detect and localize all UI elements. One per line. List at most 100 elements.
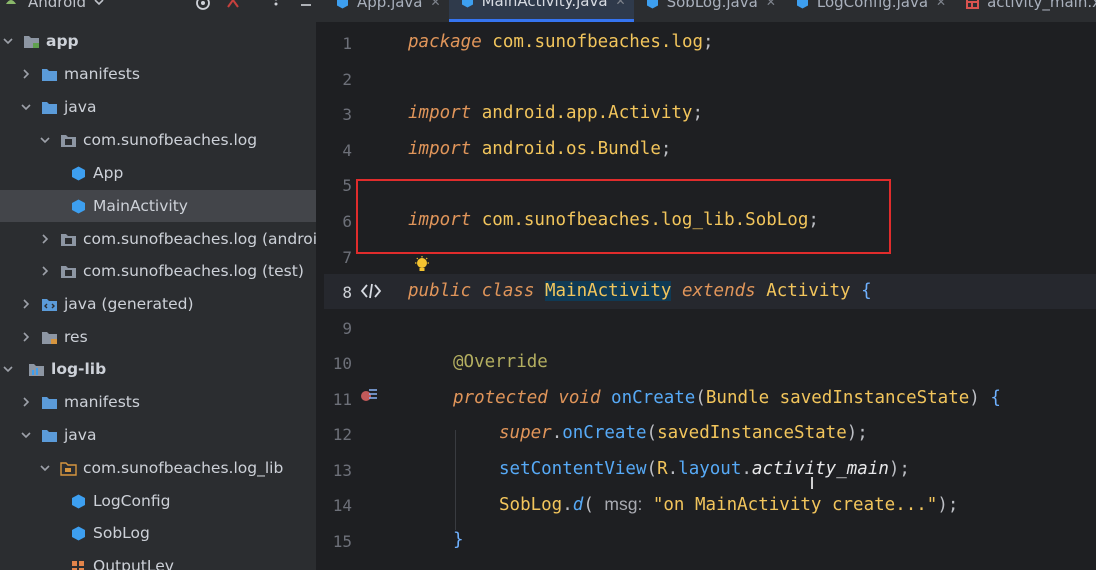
project-tree: app manifests java com.sunofbeaches.log …	[0, 22, 316, 570]
chevron-right-icon	[42, 266, 49, 276]
code-area[interactable]: package com.sunofbeaches.log; import and…	[324, 22, 1096, 570]
folder-icon	[42, 101, 57, 114]
tree-node-outputlev[interactable]: OutputLev	[0, 550, 316, 570]
top-bar: Android App.java ✕ MainActivity.java ✕ S…	[0, 0, 1096, 22]
class-icon	[461, 0, 473, 8]
package-icon	[61, 265, 76, 278]
tree-label: com.sunofbeaches.log_lib	[83, 459, 284, 477]
chevron-down-icon	[3, 366, 13, 373]
package-icon	[61, 134, 76, 147]
code-line-8: public class MainActivity extends Activi…	[408, 281, 872, 301]
chevron-down-icon	[40, 137, 50, 144]
param-hint: msg:	[604, 494, 643, 514]
package-icon	[61, 233, 76, 246]
class-icon	[72, 199, 85, 213]
tree-label: java (generated)	[64, 295, 194, 313]
tree-node-log-lib[interactable]: log-lib	[0, 353, 316, 385]
chevron-down-icon	[21, 104, 31, 111]
module-folder-icon	[24, 35, 39, 48]
tree-node-package-test[interactable]: com.sunofbeaches.log (test)	[0, 255, 316, 287]
target-icon[interactable]	[195, 0, 211, 11]
tab-label: activity_main.xml	[987, 0, 1096, 11]
tree-node-java[interactable]: java	[0, 91, 316, 123]
tree-node-java-lib[interactable]: java	[0, 419, 316, 451]
library-module-icon	[29, 363, 44, 376]
code-line-13: setContentView(R.layout.activity_main);	[499, 459, 910, 479]
close-icon[interactable]: ✕	[616, 0, 626, 8]
code-line-14: SobLog.d( msg: "on MainActivity create..…	[499, 494, 959, 515]
editor-tabs: App.java ✕ MainActivity.java ✕ SobLog.ja…	[324, 0, 1096, 22]
code-editor[interactable]: 1 2 3 4 5 6 7 8 9 10 11 12 13 14 15 pack…	[324, 22, 1096, 570]
code-line-4: import android.os.Bundle;	[408, 139, 672, 159]
tree-node-res[interactable]: res	[0, 321, 316, 353]
tab-mainactivity-java[interactable]: MainActivity.java ✕	[448, 0, 634, 22]
chevron-right-icon	[23, 332, 30, 342]
minimize-icon[interactable]	[298, 0, 314, 11]
folder-icon	[42, 396, 57, 409]
code-line-1: package com.sunofbeaches.log;	[408, 32, 714, 52]
chevron-right-icon	[23, 299, 30, 309]
implement-marker-icon[interactable]	[360, 282, 382, 300]
code-line-11: protected void onCreate(Bundle savedInst…	[453, 388, 1001, 408]
class-icon	[646, 0, 658, 8]
chevron-down-icon	[94, 0, 104, 6]
indent-guide	[455, 430, 456, 530]
tree-node-manifests[interactable]: manifests	[0, 58, 316, 90]
tab-app-java[interactable]: App.java ✕	[324, 0, 449, 13]
tree-label: com.sunofbeaches.log (test)	[83, 262, 304, 280]
chevron-down-icon	[40, 465, 50, 472]
highlight-box	[356, 179, 891, 254]
project-view-selector[interactable]: Android	[0, 0, 324, 13]
tree-node-package-log[interactable]: com.sunofbeaches.log	[0, 124, 316, 156]
tree-node-package-log-lib[interactable]: com.sunofbeaches.log_lib	[0, 452, 316, 484]
tab-soblog-java[interactable]: SobLog.java ✕	[634, 0, 784, 13]
close-icon[interactable]: ✕	[431, 0, 441, 9]
override-marker-icon[interactable]	[360, 387, 380, 405]
panel-splitter[interactable]	[316, 22, 324, 570]
lightbulb-icon[interactable]	[414, 256, 430, 274]
chevron-down-icon	[3, 38, 13, 45]
folder-icon	[42, 429, 57, 442]
tree-node-mainactivity[interactable]: MainActivity	[0, 190, 316, 222]
class-icon	[72, 166, 85, 180]
project-view-label: Android	[28, 0, 86, 11]
tree-node-package-androidtest[interactable]: com.sunofbeaches.log (androidTest)	[0, 223, 316, 255]
tab-label: SobLog.java	[666, 0, 758, 11]
tree-label: com.sunofbeaches.log (androidTest)	[83, 230, 316, 248]
resource-folder-icon	[42, 331, 57, 344]
tree-node-app[interactable]: app	[0, 25, 316, 57]
collapse-all-icon[interactable]	[225, 0, 241, 11]
tree-node-soblog[interactable]: SobLog	[0, 517, 316, 549]
more-options-icon[interactable]	[268, 0, 284, 11]
close-icon[interactable]: ✕	[936, 0, 946, 9]
class-icon	[796, 0, 808, 8]
tree-label: manifests	[64, 65, 140, 83]
android-icon	[6, 0, 16, 4]
code-line-10: @Override	[453, 352, 548, 372]
chevron-right-icon	[23, 69, 30, 79]
tree-node-java-generated[interactable]: java (generated)	[0, 288, 316, 320]
tree-label: res	[64, 328, 88, 346]
tab-label: LogConfig.java	[816, 0, 929, 11]
tree-label: OutputLev	[93, 557, 174, 570]
tree-label: App	[93, 164, 124, 182]
layout-file-icon	[966, 0, 980, 9]
tree-node-app-class[interactable]: App	[0, 157, 316, 189]
folder-icon	[42, 68, 57, 81]
tab-label: MainActivity.java	[481, 0, 608, 10]
tree-node-manifests-lib[interactable]: manifests	[0, 386, 316, 418]
tab-label: App.java	[357, 0, 423, 11]
tree-label: LogConfig	[93, 492, 171, 510]
tab-logconfig-java[interactable]: LogConfig.java ✕	[784, 0, 954, 13]
code-line-12: super.onCreate(savedInstanceState);	[499, 423, 868, 443]
text-caret	[811, 477, 813, 489]
tree-label: MainActivity	[93, 197, 188, 215]
class-icon	[72, 526, 85, 540]
tree-label: log-lib	[51, 360, 107, 378]
tree-label: com.sunofbeaches.log	[83, 131, 258, 149]
tree-node-logconfig[interactable]: LogConfig	[0, 485, 316, 517]
tree-label: manifests	[64, 393, 140, 411]
tree-label: app	[46, 32, 79, 50]
tab-activity-main-xml[interactable]: activity_main.xml	[954, 0, 1096, 13]
close-icon[interactable]: ✕	[766, 0, 776, 9]
